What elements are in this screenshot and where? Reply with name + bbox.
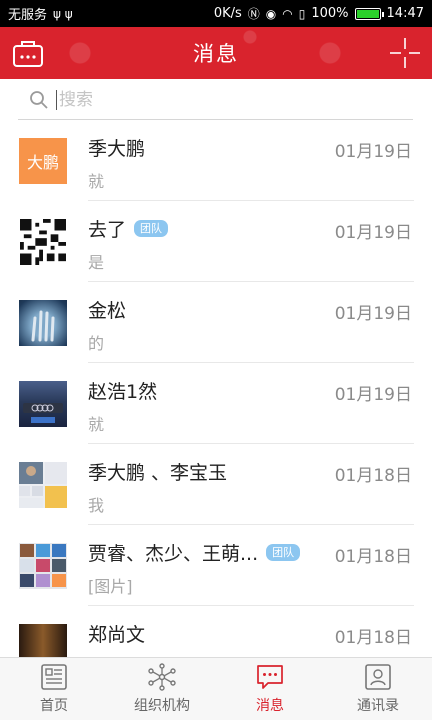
conversation-item[interactable]: 赵浩1然 01月19日 就 <box>0 363 432 444</box>
group-avatar <box>19 543 67 589</box>
avatar-text: 大鹏 <box>26 153 59 172</box>
briefcase-icon <box>13 41 43 67</box>
eye-icon: ◉ <box>265 6 277 21</box>
car-image <box>23 403 63 423</box>
carrier-label: 无服务 <box>8 8 48 23</box>
hand-image <box>31 310 55 342</box>
nav-item-org[interactable]: 组织机构 <box>108 658 216 720</box>
conversation-item[interactable]: 金松 01月19日 的 <box>0 282 432 363</box>
battery-percent: 100% <box>311 6 349 21</box>
nav-label-home: 首页 <box>40 698 68 714</box>
team-badge: 团队 <box>134 220 169 237</box>
conversation-name: 季大鹏 、李宝玉 <box>88 462 228 484</box>
app-header: 消息 <box>0 27 432 79</box>
usb-icon: ψ ψ <box>53 6 73 21</box>
qr-code-avatar <box>19 219 67 265</box>
nav-item-messages[interactable]: 消息 <box>216 658 324 720</box>
nav-item-contacts[interactable]: 通讯录 <box>324 658 432 720</box>
message-icon <box>257 665 283 689</box>
org-icon <box>148 663 176 691</box>
contacts-icon <box>365 664 391 690</box>
nav-label-messages: 消息 <box>256 698 284 714</box>
group-avatar-grid <box>20 544 66 587</box>
search-bar <box>18 80 413 120</box>
conversation-name: 贾睿、杰少、王萌... <box>88 543 259 565</box>
conversation-date: 01月19日 <box>334 385 412 405</box>
conversation-preview: 的 <box>88 334 105 353</box>
conversation-list: 大鹏 季大鹏 01月19日 就 去了 团队 01月19日 是 金松 01月19日… <box>0 120 432 657</box>
conversation-name: 去了 <box>88 219 127 241</box>
home-icon <box>41 664 67 690</box>
conversation-preview: 我 <box>88 496 105 515</box>
wifi-icon: ◠ <box>282 6 293 21</box>
bottom-nav: 首页 组织机构 消息 通讯录 <box>0 657 432 720</box>
hand-photo-avatar <box>19 300 67 346</box>
clock: 14:47 <box>386 6 424 21</box>
add-button[interactable] <box>388 36 422 70</box>
conversation-preview: 就 <box>88 172 105 191</box>
car-photo-avatar <box>19 381 67 427</box>
avatar: 大鹏 <box>19 138 67 184</box>
briefcase-button[interactable] <box>12 38 44 68</box>
status-bar: 无服务 ψ ψ 0K/s Ⓝ ◉ ◠ ▯ 100% 14:47 <box>0 0 432 27</box>
conversation-name: 赵浩1然 <box>88 381 158 403</box>
conversation-date: 01月18日 <box>334 628 412 648</box>
nav-label-org: 组织机构 <box>134 698 190 714</box>
team-badge: 团队 <box>266 544 301 561</box>
page-title: 消息 <box>193 42 239 66</box>
conversation-preview: [图片] <box>88 577 133 596</box>
sim-icon: ▯ <box>298 6 306 21</box>
battery-icon <box>354 7 384 20</box>
nfc-icon: Ⓝ <box>247 7 260 21</box>
photo-avatar <box>19 624 67 657</box>
conversation-name: 郑尚文 <box>88 624 146 646</box>
conversation-date: 01月18日 <box>334 466 412 486</box>
conversation-preview: 是 <box>88 253 105 272</box>
conversation-item[interactable]: 郑尚文 01月18日 <box>0 606 432 657</box>
conversation-date: 01月18日 <box>334 547 412 567</box>
conversation-date: 01月19日 <box>334 223 412 243</box>
conversation-date: 01月19日 <box>334 304 412 324</box>
nav-label-contacts: 通讯录 <box>357 698 399 714</box>
search-input[interactable] <box>56 89 376 110</box>
conversation-item[interactable]: 去了 团队 01月19日 是 <box>0 201 432 282</box>
group-avatar <box>19 462 67 508</box>
conversation-name: 金松 <box>88 300 127 322</box>
conversation-item[interactable]: 贾睿、杰少、王萌... 团队 01月18日 [图片] <box>0 525 432 606</box>
conversation-date: 01月19日 <box>334 142 412 162</box>
qr-code-icon <box>20 219 66 265</box>
nav-item-home[interactable]: 首页 <box>0 658 108 720</box>
conversation-item[interactable]: 大鹏 季大鹏 01月19日 就 <box>0 120 432 201</box>
net-speed: 0K/s <box>213 6 242 21</box>
conversation-name: 季大鹏 <box>88 138 146 160</box>
search-icon <box>30 90 48 109</box>
conversation-item[interactable]: 季大鹏 、李宝玉 01月18日 我 <box>0 444 432 525</box>
conversation-preview: 就 <box>88 415 105 434</box>
group-avatar-grid <box>19 462 67 508</box>
plus-icon <box>390 38 420 68</box>
